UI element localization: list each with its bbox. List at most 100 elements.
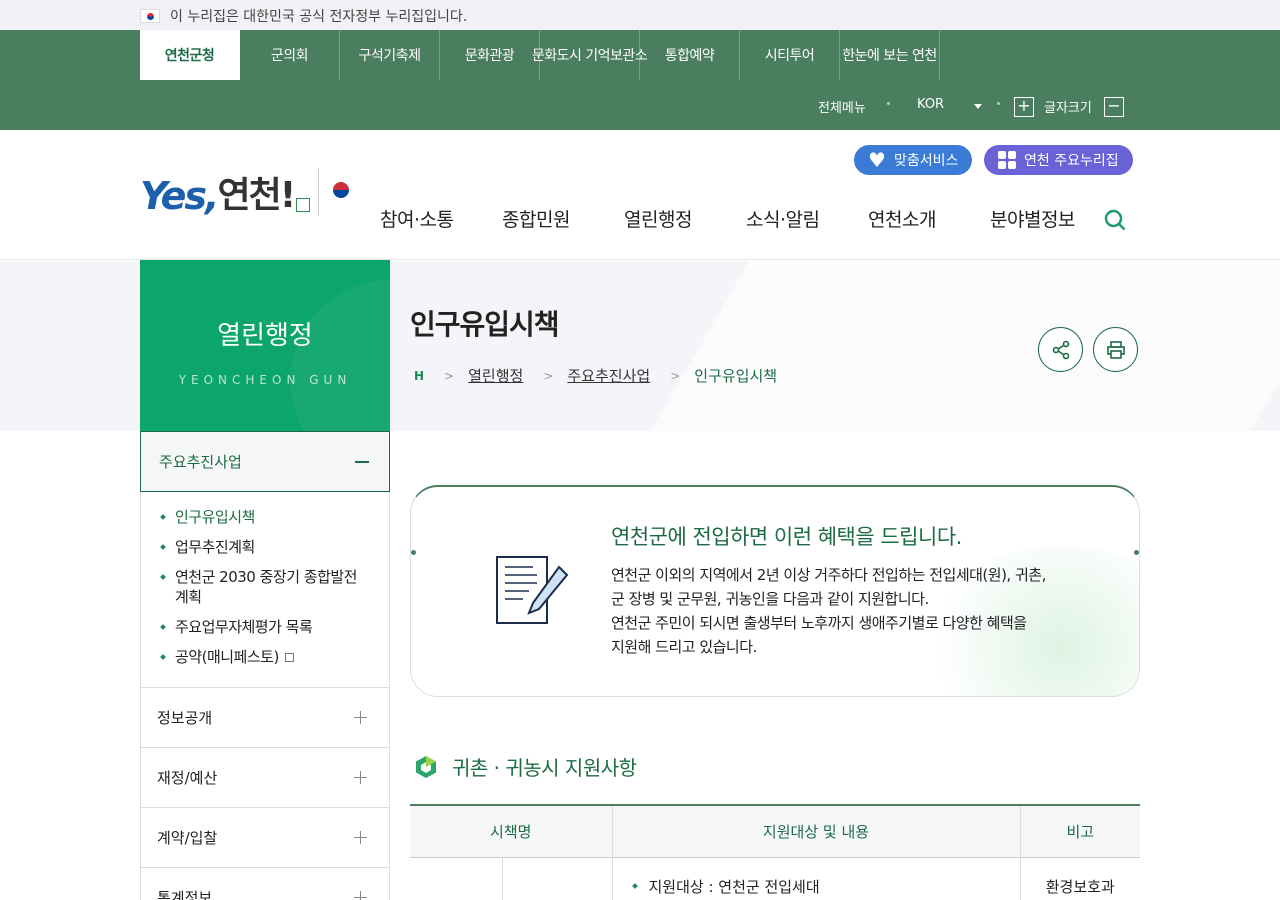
- site-logo[interactable]: Yes, 연천!: [140, 168, 364, 218]
- lnb-item-info[interactable]: 정보공개: [141, 688, 389, 748]
- lnb-decoration: [290, 280, 390, 431]
- font-size-label: 글자크기: [1044, 101, 1092, 116]
- lnb-item-budget[interactable]: 재정/예산: [141, 748, 389, 808]
- info-heading: 연천군에 전입하면 이런 혜택을 드립니다.: [611, 525, 962, 549]
- gov-banner-text: 이 누리집은 대한민국 공식 전자정부 누리집입니다.: [170, 9, 468, 25]
- info-line: 지원해 드리고 있습니다.: [611, 638, 757, 656]
- share-button[interactable]: [1038, 327, 1083, 372]
- table-row: 지원대상 : 연천군 전입세대 환경보호과: [410, 857, 1140, 900]
- chevron-right-icon: >: [670, 368, 681, 383]
- new-window-icon: [284, 653, 294, 662]
- box-dot: [411, 550, 416, 555]
- lnb-item-contract[interactable]: 계약/입찰: [141, 808, 389, 868]
- table-cell: [410, 857, 503, 900]
- lnb-open-menu[interactable]: 주요추진사업: [140, 431, 390, 492]
- lnb-item-label: 통계정보: [157, 889, 213, 900]
- site-link-overview[interactable]: 한눈에 보는 연천: [840, 30, 940, 80]
- benefit-info-box: 연천군에 전입하면 이런 혜택을 드립니다. 연천군 이외의 지역에서 2년 이…: [410, 485, 1140, 697]
- lnb-item-label: 재정/예산: [157, 769, 218, 787]
- chevron-right-icon: >: [543, 368, 554, 383]
- site-link-citytour[interactable]: 시티투어: [740, 30, 840, 80]
- document-pen-icon: [496, 556, 569, 624]
- table-cell: [502, 857, 613, 900]
- submenu-item-label: 공약(매니페스토): [175, 648, 279, 666]
- heart-icon: [868, 152, 886, 168]
- logo-mark-icon: [296, 198, 311, 212]
- util-separator: [887, 102, 890, 105]
- main-nav: 참여·소통 종합민원 열린행정 소식·알림 연천소개 분야별정보: [380, 205, 1112, 232]
- table-cell: 지원대상 : 연천군 전입세대: [612, 857, 1021, 900]
- custom-service-button[interactable]: 맞춤서비스: [854, 145, 973, 175]
- utility-bar: 전체메뉴 KOR + 글자크기 −: [0, 80, 1280, 130]
- breadcrumb-current: 인구유입시책: [694, 367, 778, 385]
- lnb-item-label: 계약/입찰: [157, 829, 218, 847]
- info-line: 연천군 주민이 되시면 출생부터 노후까지 생애주기별로 다양한 혜택을: [611, 614, 1027, 632]
- language-select[interactable]: KOR: [917, 97, 944, 112]
- nav-about[interactable]: 연천소개: [868, 205, 990, 232]
- lnb-item-statistics[interactable]: 통계정보: [141, 868, 389, 900]
- nav-news[interactable]: 소식·알림: [746, 205, 868, 232]
- all-menu-link[interactable]: 전체메뉴: [818, 97, 866, 116]
- section-title: 귀촌 · 귀농시 지원사항: [452, 756, 637, 780]
- family-sites: 연천군청 군의회 구석기축제 문화관광 문화도시 기억보관소 통합예약 시티투어…: [140, 30, 940, 80]
- site-link-reservation[interactable]: 통합예약: [640, 30, 740, 80]
- chevron-down-icon[interactable]: [974, 104, 982, 109]
- table-header: 시책명: [410, 805, 613, 858]
- table-header: 비고: [1020, 805, 1140, 858]
- support-table: 시책명 지원대상 및 내용 비고 지원대상 : 연천군 전입세대 환경보호과: [410, 804, 1140, 900]
- submenu-item[interactable]: 주요업무자체평가 목록: [175, 617, 369, 637]
- hexagon-icon: [416, 755, 436, 778]
- lnb-header: 열린행정 YEONCHEON GUN: [140, 260, 390, 431]
- nav-civil-service[interactable]: 종합민원: [502, 205, 624, 232]
- main-sites-label: 연천 주요누리집: [1024, 153, 1119, 169]
- search-icon[interactable]: [1104, 209, 1126, 231]
- grid-icon: [998, 151, 1016, 169]
- lnb-open-label: 주요추진사업: [159, 453, 242, 471]
- custom-service-label: 맞춤서비스: [894, 153, 959, 169]
- minus-icon: [355, 460, 369, 463]
- site-link-tour[interactable]: 문화관광: [440, 30, 540, 80]
- site-link-council[interactable]: 군의회: [240, 30, 340, 80]
- chevron-right-icon: >: [444, 368, 455, 383]
- lnb-submenu: 인구유입시책 업무추진계획 연천군 2030 중장기 종합발전계획 주요업무자체…: [141, 492, 389, 688]
- info-line: 군 장병 및 군무원, 귀농인을 다음과 같이 지원합니다.: [611, 590, 929, 608]
- font-decrease-button[interactable]: −: [1104, 97, 1124, 117]
- lnb-item-label: 정보공개: [157, 709, 213, 727]
- submenu-item[interactable]: 연천군 2030 중장기 종합발전계획: [175, 567, 369, 607]
- print-icon: [1106, 340, 1125, 359]
- info-line: 연천군 이외의 지역에서 2년 이상 거주하다 전입하는 전입세대(원), 귀촌…: [611, 566, 1046, 584]
- util-separator: [997, 102, 1000, 105]
- submenu-item[interactable]: 업무추진계획: [175, 537, 369, 557]
- site-link-festival[interactable]: 구석기축제: [340, 30, 440, 80]
- info-text: 연천군 이외의 지역에서 2년 이상 거주하다 전입하는 전입세대(원), 귀촌…: [611, 563, 1081, 659]
- logo-yes: Yes,: [140, 174, 219, 218]
- plus-icon: [354, 831, 367, 844]
- top-bar: 연천군청 군의회 구석기축제 문화관광 문화도시 기억보관소 통합예약 시티투어…: [0, 30, 1280, 130]
- korea-flag-icon: [319, 174, 364, 206]
- page-title: 인구유입시책: [410, 308, 560, 341]
- print-button[interactable]: [1093, 327, 1138, 372]
- share-icon: [1052, 340, 1069, 359]
- submenu-item-external[interactable]: 공약(매니페스토): [175, 647, 369, 667]
- site-link-county[interactable]: 연천군청: [140, 30, 240, 80]
- lnb-title: 열린행정: [217, 321, 313, 351]
- submenu-item[interactable]: 인구유입시책: [175, 507, 369, 527]
- table-cell: 환경보호과: [1045, 877, 1115, 896]
- section-heading: 귀촌 · 귀농시 지원사항: [414, 752, 637, 781]
- table-header: 지원대상 및 내용: [612, 805, 1021, 858]
- breadcrumb-item[interactable]: 주요추진사업: [567, 365, 650, 386]
- header: Yes, 연천! 맞춤서비스 연천 주요누리집 참여·소통 종합민원 열린행정 …: [0, 130, 1280, 260]
- nav-field-info[interactable]: 분야별정보: [990, 205, 1112, 232]
- lnb-subtitle: YEONCHEON GUN: [178, 373, 352, 387]
- nav-participation[interactable]: 참여·소통: [380, 205, 502, 232]
- breadcrumb-item[interactable]: 열린행정: [468, 365, 523, 386]
- breadcrumb: H > 열린행정 > 주요추진사업 > 인구유입시책: [414, 365, 777, 386]
- main-sites-button[interactable]: 연천 주요누리집: [984, 145, 1133, 175]
- nav-open-admin[interactable]: 열린행정: [624, 205, 746, 232]
- side-nav: 주요추진사업 인구유입시책 업무추진계획 연천군 2030 중장기 종합발전계획…: [140, 431, 390, 900]
- home-icon[interactable]: H: [414, 369, 424, 383]
- site-link-archive[interactable]: 문화도시 기억보관소: [532, 30, 648, 80]
- korea-flag-icon: [140, 9, 160, 23]
- gov-banner: 이 누리집은 대한민국 공식 전자정부 누리집입니다.: [0, 0, 1280, 30]
- font-increase-button[interactable]: +: [1014, 97, 1034, 117]
